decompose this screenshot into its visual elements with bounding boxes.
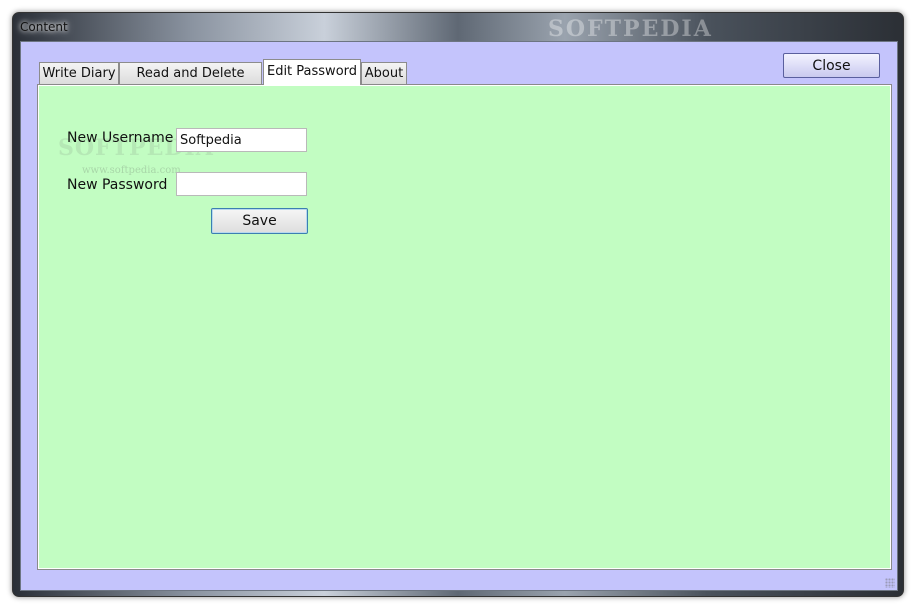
tab-write-diary[interactable]: Write Diary <box>39 62 119 84</box>
new-username-input[interactable] <box>176 128 307 152</box>
title-bar[interactable]: Content SOFTPEDIA <box>13 13 903 42</box>
resize-grip[interactable] <box>885 578 895 588</box>
window-client-area: Close Write Diary Read and Delete Diary … <box>20 41 898 591</box>
close-button[interactable]: Close <box>783 53 880 78</box>
tab-about[interactable]: About <box>361 62 407 84</box>
tab-read-and-delete-diary[interactable]: Read and Delete Diary <box>119 62 262 102</box>
new-password-input[interactable] <box>176 172 307 196</box>
window-title: Content <box>20 20 68 34</box>
edit-password-panel: SOFTPEDIA www.softpedia.com New Username… <box>37 84 892 570</box>
save-button[interactable]: Save <box>211 208 308 234</box>
app-window: Content SOFTPEDIA Close Write Diary Read… <box>12 12 904 597</box>
new-password-label: New Password <box>67 177 168 193</box>
title-watermark-logo: SOFTPEDIA <box>548 16 713 42</box>
tab-edit-password[interactable]: Edit Password <box>263 59 361 85</box>
new-username-label: New Username <box>67 130 174 146</box>
softpedia-watermark-url: www.softpedia.com <box>82 165 181 176</box>
